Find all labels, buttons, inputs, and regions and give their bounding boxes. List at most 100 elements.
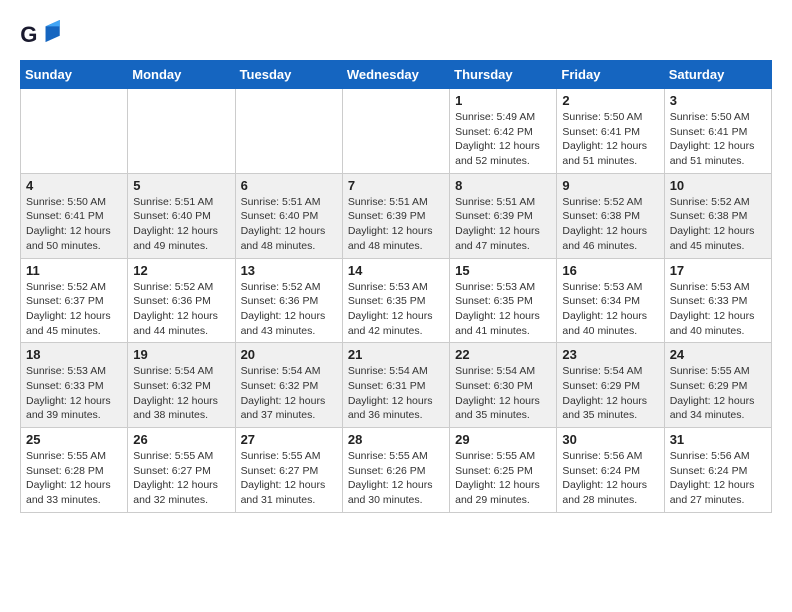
logo-icon: G xyxy=(20,20,60,50)
day-number: 6 xyxy=(241,178,337,193)
day-info: Sunrise: 5:50 AMSunset: 6:41 PMDaylight:… xyxy=(670,110,766,169)
calendar-cell: 6 Sunrise: 5:51 AMSunset: 6:40 PMDaylight… xyxy=(235,173,342,258)
day-number: 18 xyxy=(26,347,122,362)
calendar-cell: 24 Sunrise: 5:55 AMSunset: 6:29 PMDayligh… xyxy=(664,343,771,428)
calendar-cell: 17 Sunrise: 5:53 AMSunset: 6:33 PMDayligh… xyxy=(664,258,771,343)
day-info: Sunrise: 5:53 AMSunset: 6:35 PMDaylight:… xyxy=(348,280,444,339)
day-number: 7 xyxy=(348,178,444,193)
day-number: 2 xyxy=(562,93,658,108)
calendar-cell: 23 Sunrise: 5:54 AMSunset: 6:29 PMDayligh… xyxy=(557,343,664,428)
day-number: 21 xyxy=(348,347,444,362)
day-number: 15 xyxy=(455,263,551,278)
calendar-cell: 9Sunrise: 5:52 AMSunset: 6:38 PMDaylight… xyxy=(557,173,664,258)
day-info: Sunrise: 5:55 AMSunset: 6:25 PMDaylight:… xyxy=(455,449,551,508)
calendar-cell: 18 Sunrise: 5:53 AMSunset: 6:33 PMDayligh… xyxy=(21,343,128,428)
calendar-cell: 31 Sunrise: 5:56 AMSunset: 6:24 PMDayligh… xyxy=(664,428,771,513)
day-info: Sunrise: 5:50 AMSunset: 6:41 PMDaylight:… xyxy=(26,195,122,254)
day-number: 14 xyxy=(348,263,444,278)
calendar-cell: 12Sunrise: 5:52 AMSunset: 6:36 PMDayligh… xyxy=(128,258,235,343)
day-header-tuesday: Tuesday xyxy=(235,61,342,89)
calendar-week-5: 25 Sunrise: 5:55 AMSunset: 6:28 PMDayligh… xyxy=(21,428,772,513)
day-info: Sunrise: 5:54 AMSunset: 6:32 PMDaylight:… xyxy=(241,364,337,423)
day-info: Sunrise: 5:53 AMSunset: 6:33 PMDaylight:… xyxy=(670,280,766,339)
svg-text:G: G xyxy=(20,22,37,47)
calendar-table: SundayMondayTuesdayWednesdayThursdayFrid… xyxy=(20,60,772,513)
page-header: G xyxy=(20,20,772,50)
day-info: Sunrise: 5:53 AMSunset: 6:33 PMDaylight:… xyxy=(26,364,122,423)
day-number: 29 xyxy=(455,432,551,447)
day-number: 10 xyxy=(670,178,766,193)
calendar-cell: 16 Sunrise: 5:53 AMSunset: 6:34 PMDayligh… xyxy=(557,258,664,343)
day-info: Sunrise: 5:54 AMSunset: 6:32 PMDaylight:… xyxy=(133,364,229,423)
calendar-cell: 5 Sunrise: 5:51 AMSunset: 6:40 PMDaylight… xyxy=(128,173,235,258)
day-info: Sunrise: 5:51 AMSunset: 6:39 PMDaylight:… xyxy=(455,195,551,254)
day-number: 16 xyxy=(562,263,658,278)
day-info: Sunrise: 5:55 AMSunset: 6:27 PMDaylight:… xyxy=(241,449,337,508)
day-info: Sunrise: 5:54 AMSunset: 6:29 PMDaylight:… xyxy=(562,364,658,423)
calendar-week-2: 4 Sunrise: 5:50 AMSunset: 6:41 PMDaylight… xyxy=(21,173,772,258)
calendar-cell: 2 Sunrise: 5:50 AMSunset: 6:41 PMDaylight… xyxy=(557,89,664,174)
day-info: Sunrise: 5:55 AMSunset: 6:27 PMDaylight:… xyxy=(133,449,229,508)
day-number: 24 xyxy=(670,347,766,362)
day-number: 4 xyxy=(26,178,122,193)
day-header-friday: Friday xyxy=(557,61,664,89)
calendar-cell: 14 Sunrise: 5:53 AMSunset: 6:35 PMDayligh… xyxy=(342,258,449,343)
day-number: 22 xyxy=(455,347,551,362)
calendar-cell: 15 Sunrise: 5:53 AMSunset: 6:35 PMDayligh… xyxy=(450,258,557,343)
day-number: 5 xyxy=(133,178,229,193)
calendar-week-4: 18 Sunrise: 5:53 AMSunset: 6:33 PMDayligh… xyxy=(21,343,772,428)
calendar-cell: 20Sunrise: 5:54 AMSunset: 6:32 PMDayligh… xyxy=(235,343,342,428)
day-number: 26 xyxy=(133,432,229,447)
day-number: 31 xyxy=(670,432,766,447)
calendar-cell xyxy=(21,89,128,174)
day-info: Sunrise: 5:51 AMSunset: 6:40 PMDaylight:… xyxy=(133,195,229,254)
calendar-cell: 21 Sunrise: 5:54 AMSunset: 6:31 PMDayligh… xyxy=(342,343,449,428)
calendar-cell: 11 Sunrise: 5:52 AMSunset: 6:37 PMDayligh… xyxy=(21,258,128,343)
day-info: Sunrise: 5:56 AMSunset: 6:24 PMDaylight:… xyxy=(670,449,766,508)
calendar-cell: 28Sunrise: 5:55 AMSunset: 6:26 PMDayligh… xyxy=(342,428,449,513)
calendar-cell: 13 Sunrise: 5:52 AMSunset: 6:36 PMDayligh… xyxy=(235,258,342,343)
calendar-cell: 4 Sunrise: 5:50 AMSunset: 6:41 PMDaylight… xyxy=(21,173,128,258)
day-number: 9 xyxy=(562,178,658,193)
day-info: Sunrise: 5:52 AMSunset: 6:38 PMDaylight:… xyxy=(670,195,766,254)
calendar-cell: 27Sunrise: 5:55 AMSunset: 6:27 PMDayligh… xyxy=(235,428,342,513)
day-number: 28 xyxy=(348,432,444,447)
day-info: Sunrise: 5:54 AMSunset: 6:30 PMDaylight:… xyxy=(455,364,551,423)
day-info: Sunrise: 5:51 AMSunset: 6:40 PMDaylight:… xyxy=(241,195,337,254)
day-info: Sunrise: 5:53 AMSunset: 6:35 PMDaylight:… xyxy=(455,280,551,339)
day-info: Sunrise: 5:52 AMSunset: 6:36 PMDaylight:… xyxy=(241,280,337,339)
day-header-sunday: Sunday xyxy=(21,61,128,89)
calendar-week-3: 11 Sunrise: 5:52 AMSunset: 6:37 PMDayligh… xyxy=(21,258,772,343)
day-info: Sunrise: 5:51 AMSunset: 6:39 PMDaylight:… xyxy=(348,195,444,254)
day-number: 25 xyxy=(26,432,122,447)
day-number: 23 xyxy=(562,347,658,362)
calendar-cell xyxy=(342,89,449,174)
calendar-cell: 30Sunrise: 5:56 AMSunset: 6:24 PMDayligh… xyxy=(557,428,664,513)
day-number: 13 xyxy=(241,263,337,278)
calendar-week-1: 1 Sunrise: 5:49 AMSunset: 6:42 PMDaylight… xyxy=(21,89,772,174)
day-info: Sunrise: 5:55 AMSunset: 6:28 PMDaylight:… xyxy=(26,449,122,508)
day-header-thursday: Thursday xyxy=(450,61,557,89)
day-info: Sunrise: 5:50 AMSunset: 6:41 PMDaylight:… xyxy=(562,110,658,169)
calendar-cell: 26 Sunrise: 5:55 AMSunset: 6:27 PMDayligh… xyxy=(128,428,235,513)
calendar-cell: 3 Sunrise: 5:50 AMSunset: 6:41 PMDaylight… xyxy=(664,89,771,174)
calendar-cell: 22 Sunrise: 5:54 AMSunset: 6:30 PMDayligh… xyxy=(450,343,557,428)
day-number: 3 xyxy=(670,93,766,108)
day-info: Sunrise: 5:52 AMSunset: 6:36 PMDaylight:… xyxy=(133,280,229,339)
calendar-cell: 8Sunrise: 5:51 AMSunset: 6:39 PMDaylight… xyxy=(450,173,557,258)
day-info: Sunrise: 5:49 AMSunset: 6:42 PMDaylight:… xyxy=(455,110,551,169)
day-header-wednesday: Wednesday xyxy=(342,61,449,89)
calendar-cell xyxy=(128,89,235,174)
calendar-cell xyxy=(235,89,342,174)
calendar-header-row: SundayMondayTuesdayWednesdayThursdayFrid… xyxy=(21,61,772,89)
day-info: Sunrise: 5:55 AMSunset: 6:29 PMDaylight:… xyxy=(670,364,766,423)
day-header-monday: Monday xyxy=(128,61,235,89)
day-number: 17 xyxy=(670,263,766,278)
day-info: Sunrise: 5:53 AMSunset: 6:34 PMDaylight:… xyxy=(562,280,658,339)
day-info: Sunrise: 5:56 AMSunset: 6:24 PMDaylight:… xyxy=(562,449,658,508)
day-info: Sunrise: 5:52 AMSunset: 6:37 PMDaylight:… xyxy=(26,280,122,339)
day-number: 1 xyxy=(455,93,551,108)
day-info: Sunrise: 5:54 AMSunset: 6:31 PMDaylight:… xyxy=(348,364,444,423)
day-number: 11 xyxy=(26,263,122,278)
day-header-saturday: Saturday xyxy=(664,61,771,89)
